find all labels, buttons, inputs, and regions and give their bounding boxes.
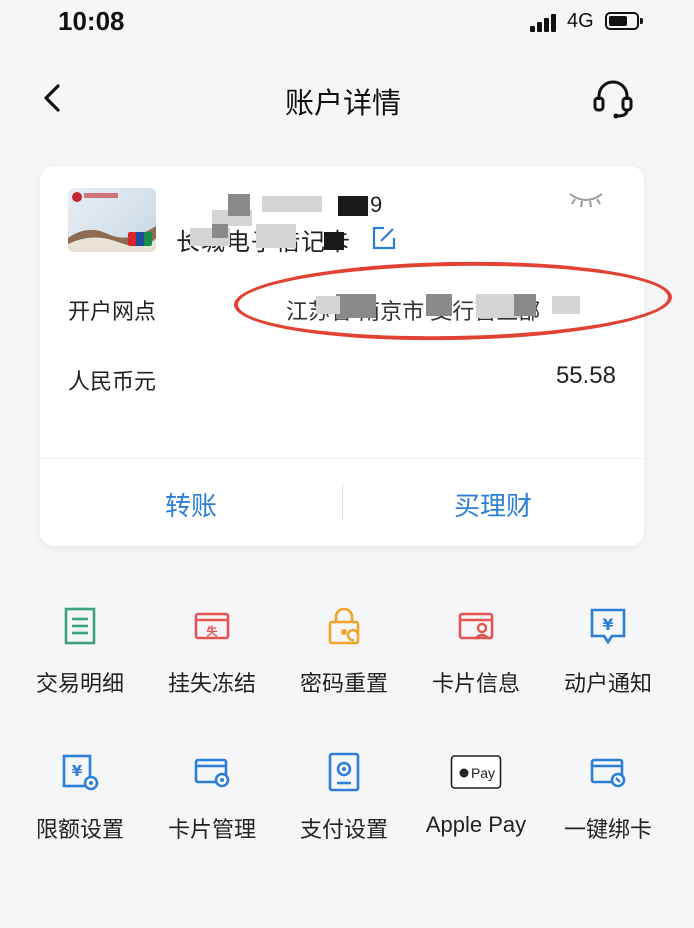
service-report-loss[interactable]: 失 挂失冻结	[146, 600, 278, 720]
service-label: 交易明细	[35, 671, 124, 696]
redaction	[324, 232, 344, 250]
svg-text:¥: ¥	[602, 615, 613, 634]
status-time: 10:08	[58, 6, 125, 36]
apple-pay-icon: Pay	[450, 755, 502, 789]
currency-label: 人民币元	[68, 369, 157, 394]
service-limit-settings[interactable]: ¥ 限额设置	[14, 746, 146, 866]
service-apple-pay[interactable]: Pay Apple Pay	[410, 746, 542, 866]
redaction	[338, 196, 368, 216]
toggle-visibility-button[interactable]	[566, 188, 606, 210]
service-label: 密码重置	[299, 671, 388, 696]
payment-settings-icon	[328, 752, 360, 792]
service-account-notice[interactable]: ¥ 动户通知	[542, 600, 674, 720]
buy-wealth-button[interactable]: 买理财	[342, 462, 644, 546]
service-label: 卡片信息	[431, 671, 520, 696]
annotation-ellipse	[233, 258, 673, 344]
service-transaction-detail[interactable]: 交易明细	[14, 600, 146, 720]
card-management-icon	[194, 758, 230, 788]
transaction-list-icon	[64, 607, 96, 645]
service-label: 卡片管理	[167, 817, 256, 842]
screen: 10:08 4G 账户详情 9 开户网点 江苏省 南京市 支行营业部 人民币元 …	[14, 0, 674, 928]
transfer-button[interactable]: 转账	[40, 462, 342, 546]
report-loss-icon: 失	[194, 612, 230, 640]
service-card-info[interactable]: 卡片信息	[410, 600, 542, 720]
network-type: 4G	[567, 10, 594, 32]
left-edge	[0, 0, 14, 928]
service-payment-settings[interactable]: 支付设置	[278, 746, 410, 866]
limit-settings-icon: ¥	[62, 754, 99, 791]
balance-value: 55.58	[555, 362, 616, 389]
redaction	[212, 224, 228, 238]
service-label: Apple Pay	[425, 812, 527, 837]
card-info-icon	[458, 612, 494, 640]
bank-card-image	[68, 188, 156, 252]
divider	[40, 458, 644, 459]
svg-text:失: 失	[207, 624, 219, 638]
service-label: 支付设置	[299, 817, 388, 842]
page-title: 账户详情	[284, 88, 401, 120]
bind-card-icon	[590, 758, 626, 788]
service-label: 挂失冻结	[167, 671, 256, 696]
status-bar: 10:08 4G	[14, 0, 672, 48]
service-card-management[interactable]: 卡片管理	[146, 746, 278, 866]
service-password-reset[interactable]: 密码重置	[278, 600, 410, 720]
account-notice-icon: ¥	[590, 608, 626, 645]
unionpay-logo	[128, 232, 152, 246]
service-bind-card[interactable]: 一键绑卡	[542, 746, 674, 866]
headset-icon	[593, 80, 633, 119]
service-label: 限额设置	[35, 817, 124, 842]
svg-text:Pay: Pay	[471, 765, 495, 781]
card-actions: 转账 买理财	[40, 462, 644, 546]
signal-icon	[530, 12, 560, 32]
service-label: 一键绑卡	[563, 817, 652, 842]
customer-service-button[interactable]	[590, 76, 636, 122]
redaction	[228, 194, 250, 216]
account-number-tail: 9	[370, 192, 383, 217]
eye-closed-icon	[569, 193, 603, 208]
account-card: 9 长城电子借记卡 开户网点 江苏省 南京市 支行营业部 人民币元 55.58 …	[40, 166, 673, 546]
redaction	[262, 196, 322, 212]
edit-icon	[372, 226, 396, 250]
branch-label: 开户网点	[68, 299, 157, 324]
service-label: 动户通知	[563, 671, 652, 696]
svg-text:¥: ¥	[72, 762, 83, 780]
nav-bar: 账户详情	[14, 60, 672, 136]
battery-icon	[605, 12, 643, 30]
edit-nickname-button[interactable]	[370, 224, 398, 252]
redaction	[256, 224, 296, 248]
password-reset-icon	[328, 607, 360, 645]
right-edge	[680, 0, 694, 928]
